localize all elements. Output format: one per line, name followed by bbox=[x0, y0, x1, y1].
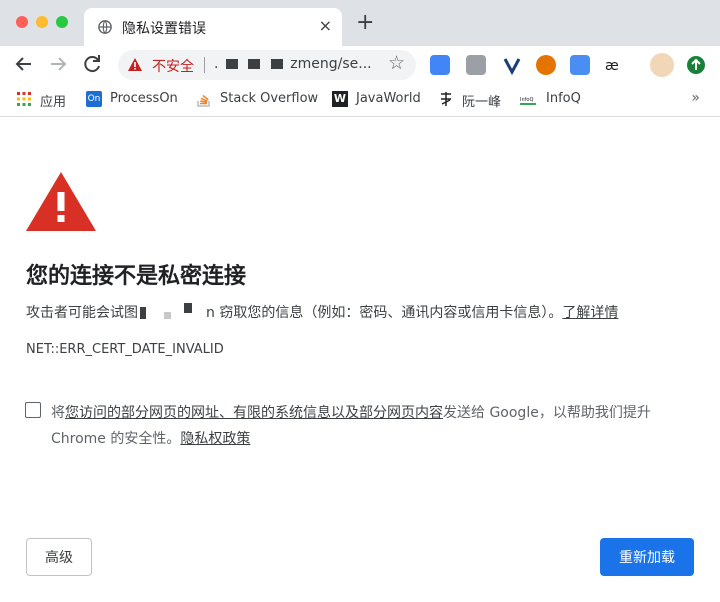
back-arrow-icon[interactable] bbox=[12, 52, 36, 76]
extension-new-icon[interactable] bbox=[570, 55, 590, 75]
optin-prefix: 将 bbox=[51, 405, 65, 421]
apps-grid-icon bbox=[17, 92, 31, 106]
reload-button[interactable]: 重新加载 bbox=[600, 538, 694, 576]
update-arrow-icon[interactable] bbox=[686, 55, 706, 75]
redaction-block bbox=[270, 59, 283, 69]
learn-more-link[interactable]: 了解详情 bbox=[562, 305, 618, 321]
reload-icon[interactable] bbox=[80, 52, 104, 76]
forward-arrow-icon[interactable] bbox=[46, 52, 70, 76]
address-bar[interactable]: 不安全 . zmeng/se... bbox=[118, 50, 416, 80]
bookmark-star-icon[interactable]: ☆ bbox=[388, 52, 405, 74]
optin-line-2: Chrome 的安全性。隐私权政策 bbox=[51, 426, 691, 452]
warning-triangle-icon bbox=[26, 172, 96, 231]
error-description: 攻击者可能会试图 n 窃取您的信息（例如：密码、通讯内容或信用卡信息）。了解详情 bbox=[26, 302, 618, 322]
translate-extension-icon[interactable] bbox=[430, 55, 450, 75]
tab-title: 隐私设置错误 bbox=[122, 21, 206, 37]
profile-avatar[interactable] bbox=[650, 53, 674, 77]
privacy-policy-link[interactable]: 隐私权政策 bbox=[180, 431, 250, 447]
bookmark-stackoverflow[interactable]: Stack Overflow bbox=[220, 91, 318, 106]
bookmark-processon[interactable]: ProcessOn bbox=[110, 91, 178, 106]
ruanyifeng-icon bbox=[441, 92, 451, 106]
extension-ae-icon[interactable]: æ bbox=[604, 55, 624, 75]
svg-text:æ: æ bbox=[605, 58, 619, 74]
omnibox-separator bbox=[204, 57, 205, 73]
bookmarks-bar: 应用 On ProcessOn Stack Overflow W JavaWor… bbox=[0, 84, 720, 117]
url-text[interactable]: . zmeng/se... bbox=[214, 56, 372, 72]
optin-line2-text: Chrome 的安全性。 bbox=[51, 431, 181, 447]
globe-icon bbox=[98, 20, 112, 34]
not-secure-label[interactable]: 不安全 bbox=[152, 56, 194, 76]
description-suffix: n 窃取您的信息（例如：密码、通讯内容或信用卡信息）。 bbox=[206, 305, 563, 321]
error-code: NET::ERR_CERT_DATE_INVALID bbox=[26, 342, 224, 357]
redacted-hostname bbox=[138, 303, 206, 319]
description-prefix: 攻击者可能会试图 bbox=[26, 305, 138, 321]
bookmark-javaworld[interactable]: JavaWorld bbox=[356, 91, 421, 106]
minimize-window-button[interactable] bbox=[36, 16, 48, 28]
close-window-button[interactable] bbox=[16, 16, 28, 28]
bookmark-apps[interactable]: 应用 bbox=[40, 91, 66, 110]
javaworld-icon: W bbox=[332, 91, 348, 107]
optin-line-1: 将您访问的部分网页的网址、有限的系统信息以及部分网页内容发送给 Google，以… bbox=[51, 400, 691, 426]
redaction-block bbox=[248, 59, 261, 69]
zoom-window-button[interactable] bbox=[56, 16, 68, 28]
optin-suffix: 发送给 Google，以帮助我们提升 bbox=[443, 405, 651, 421]
safe-browsing-optin-text: 将您访问的部分网页的网址、有限的系统信息以及部分网页内容发送给 Google，以… bbox=[51, 400, 691, 452]
bookmark-ruanyifeng[interactable]: 阮一峰 bbox=[462, 91, 501, 110]
new-tab-button[interactable]: + bbox=[356, 12, 374, 34]
tab-close-icon[interactable]: × bbox=[319, 16, 332, 36]
advanced-button[interactable]: 高级 bbox=[26, 538, 92, 576]
url-prefix: . bbox=[214, 56, 219, 72]
infoq-icon: InfoQ bbox=[520, 97, 536, 105]
warning-icon bbox=[128, 58, 142, 71]
url-visible-part: zmeng/se... bbox=[290, 56, 372, 72]
tab-strip: 隐私设置错误 × + bbox=[0, 0, 720, 46]
extension-gray-icon[interactable] bbox=[466, 55, 486, 75]
processon-icon: On bbox=[86, 91, 102, 107]
safe-browsing-optin-checkbox[interactable] bbox=[25, 402, 41, 418]
redaction-block bbox=[225, 59, 238, 69]
bookmark-infoq[interactable]: InfoQ bbox=[546, 91, 581, 106]
toolbar: 不安全 . zmeng/se... ☆ æ bbox=[0, 46, 720, 84]
optin-link[interactable]: 您访问的部分网页的网址、有限的系统信息以及部分网页内容 bbox=[65, 405, 443, 421]
extension-avatar-icon[interactable] bbox=[536, 55, 556, 75]
active-tab[interactable]: 隐私设置错误 × bbox=[84, 8, 342, 46]
page-title: 您的连接不是私密连接 bbox=[26, 264, 247, 289]
bookmarks-overflow-button[interactable]: » bbox=[691, 90, 700, 106]
extension-v-icon[interactable] bbox=[502, 55, 522, 75]
svg-text:InfoQ: InfoQ bbox=[520, 97, 533, 103]
browser-window: 隐私设置错误 × + 不安全 . zmeng/se... ☆ æ 应用 On P… bbox=[0, 0, 720, 602]
stackoverflow-icon bbox=[197, 94, 210, 107]
